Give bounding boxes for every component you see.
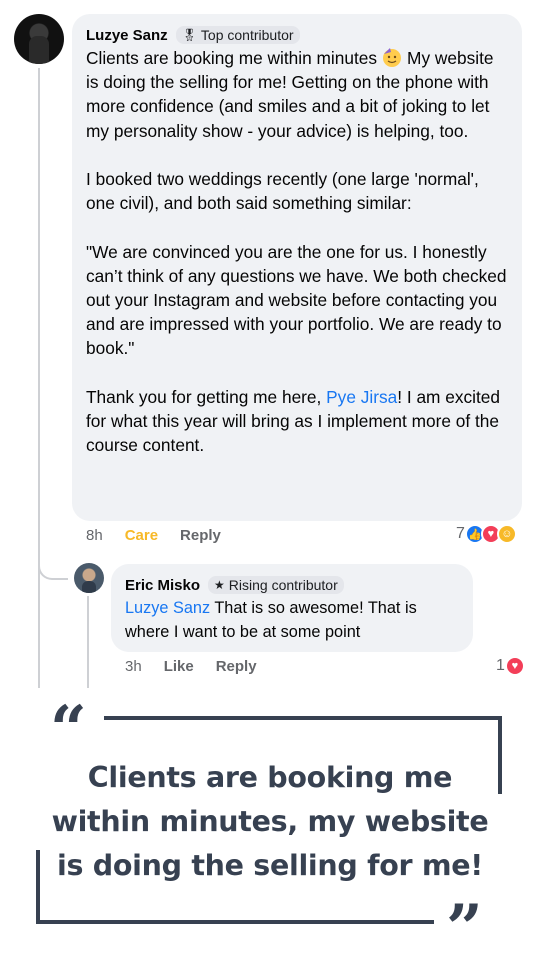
comment-paragraph: Clients are booking me within minutes My … <box>86 48 494 141</box>
reaction-count: 1 <box>496 657 505 674</box>
comment-paragraph: "We are convinced you are the one for us… <box>86 241 507 359</box>
reaction-summary[interactable]: 1 ♥ <box>496 656 525 676</box>
reply-header: Eric Misko ★ Rising contributor <box>125 576 459 594</box>
comment-paragraph: I booked two weddings recently (one larg… <box>86 169 479 214</box>
love-icon: ♥ <box>504 656 525 676</box>
like-button[interactable]: Like <box>164 658 194 675</box>
reply-button[interactable]: Reply <box>180 527 221 544</box>
reaction-summary[interactable]: 7 👍 ♥ ☺ <box>456 524 517 544</box>
comment-paragraph: Thank you for getting me here, Pye Jirsa… <box>86 386 501 456</box>
quote-frame-bottom <box>36 920 434 924</box>
avatar[interactable] <box>14 14 64 64</box>
badge-label: Top contributor <box>200 27 294 43</box>
timestamp[interactable]: 8h <box>86 527 103 544</box>
star-icon: ★ <box>214 578 225 592</box>
reply-thread-line <box>87 596 89 688</box>
author-name[interactable]: Luzye Sanz <box>86 27 168 44</box>
comment-header: Luzye Sanz 🎖 Top contributor <box>86 26 508 44</box>
care-icon: ☺ <box>496 524 517 544</box>
top-contributor-badge[interactable]: 🎖 Top contributor <box>175 26 300 44</box>
quote-frame-left <box>36 850 40 924</box>
partying-face-emoji <box>383 48 402 67</box>
badge-label: Rising contributor <box>228 577 338 593</box>
reaction-count: 7 <box>456 525 465 542</box>
timestamp[interactable]: 3h <box>125 658 142 675</box>
mention-link[interactable]: Pye Jirsa <box>326 387 397 407</box>
reply-avatar[interactable] <box>74 563 104 593</box>
rising-contributor-badge[interactable]: ★ Rising contributor <box>208 576 344 594</box>
open-quote-icon: “ <box>50 692 87 767</box>
reply-actions: 3h Like Reply <box>125 658 279 675</box>
mention-link[interactable]: Luzye Sanz <box>125 599 210 617</box>
comment-bubble: Luzye Sanz 🎖 Top contributor Clients are… <box>72 14 522 521</box>
quote-frame-top <box>104 716 502 720</box>
care-reaction-button[interactable]: Care <box>125 527 158 544</box>
close-quote-icon: ” <box>446 891 483 960</box>
reply-author-name[interactable]: Eric Misko <box>125 577 200 594</box>
reply-button[interactable]: Reply <box>216 658 257 675</box>
medal-icon: 🎖 <box>181 28 197 42</box>
reply-connector <box>38 540 68 580</box>
reply-bubble: Eric Misko ★ Rising contributor Luzye Sa… <box>111 564 473 652</box>
comment-body: Clients are booking me within minutes My … <box>86 46 508 457</box>
profile-photo <box>29 36 49 64</box>
pull-quote: Clients are booking me within minutes, m… <box>51 761 489 882</box>
thread-line <box>38 68 40 688</box>
comment-actions: 8h Care Reply <box>86 527 243 544</box>
profile-photo <box>82 581 96 593</box>
reply-body: Luzye Sanz That is so awesome! That is w… <box>125 599 417 641</box>
